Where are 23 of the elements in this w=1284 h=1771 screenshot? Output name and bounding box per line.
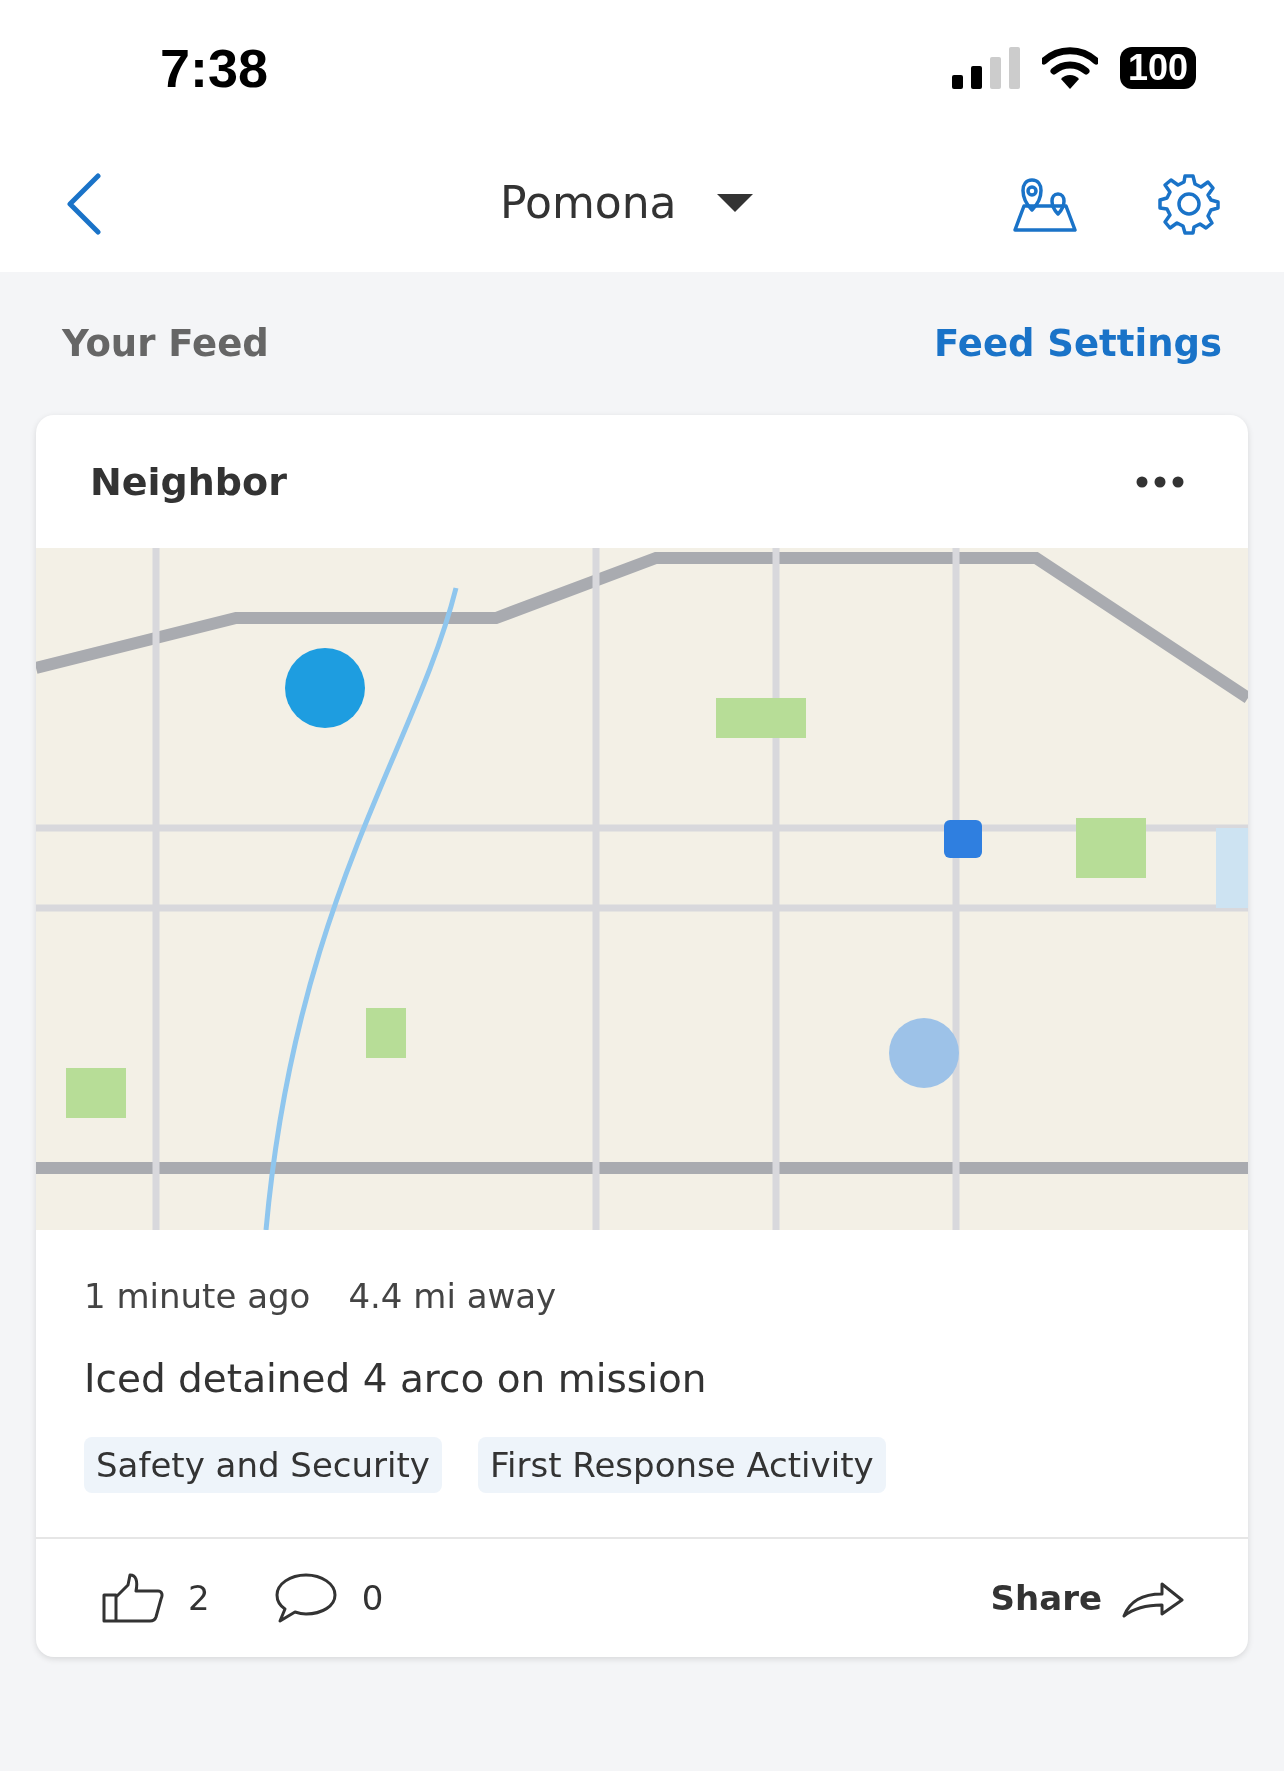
post-text: Iced detained 4 arco on mission	[83, 1355, 708, 1401]
feed-settings-link[interactable]: Feed Settings	[934, 322, 1222, 365]
thumbs-up-icon[interactable]	[102, 1573, 164, 1623]
feed-title: Your Feed	[62, 322, 269, 365]
post-time: 1 minute ago	[84, 1276, 311, 1316]
post-category: Neighbor	[90, 459, 287, 504]
settings-icon[interactable]	[1158, 172, 1220, 235]
wifi-icon	[1041, 46, 1098, 89]
post-distance: 4.4 mi away	[348, 1276, 557, 1316]
signal-icon	[951, 46, 1020, 89]
battery-indicator: 100	[1119, 46, 1196, 89]
status-time: 7:38	[160, 36, 269, 99]
comment-count: 0	[361, 1578, 384, 1618]
comment-icon[interactable]	[273, 1572, 338, 1624]
map-pin-icon[interactable]	[1012, 175, 1078, 232]
tag-chip[interactable]: First Response Activity	[477, 1437, 886, 1493]
more-icon[interactable]	[1136, 475, 1184, 488]
caret-icon	[716, 193, 753, 212]
location-dropdown[interactable]: Pomona	[500, 177, 753, 228]
back-icon[interactable]	[64, 172, 104, 235]
tag-chip[interactable]: Safety and Security	[84, 1437, 442, 1493]
share-button[interactable]: Share	[990, 1578, 1184, 1618]
like-count: 2	[188, 1578, 210, 1618]
